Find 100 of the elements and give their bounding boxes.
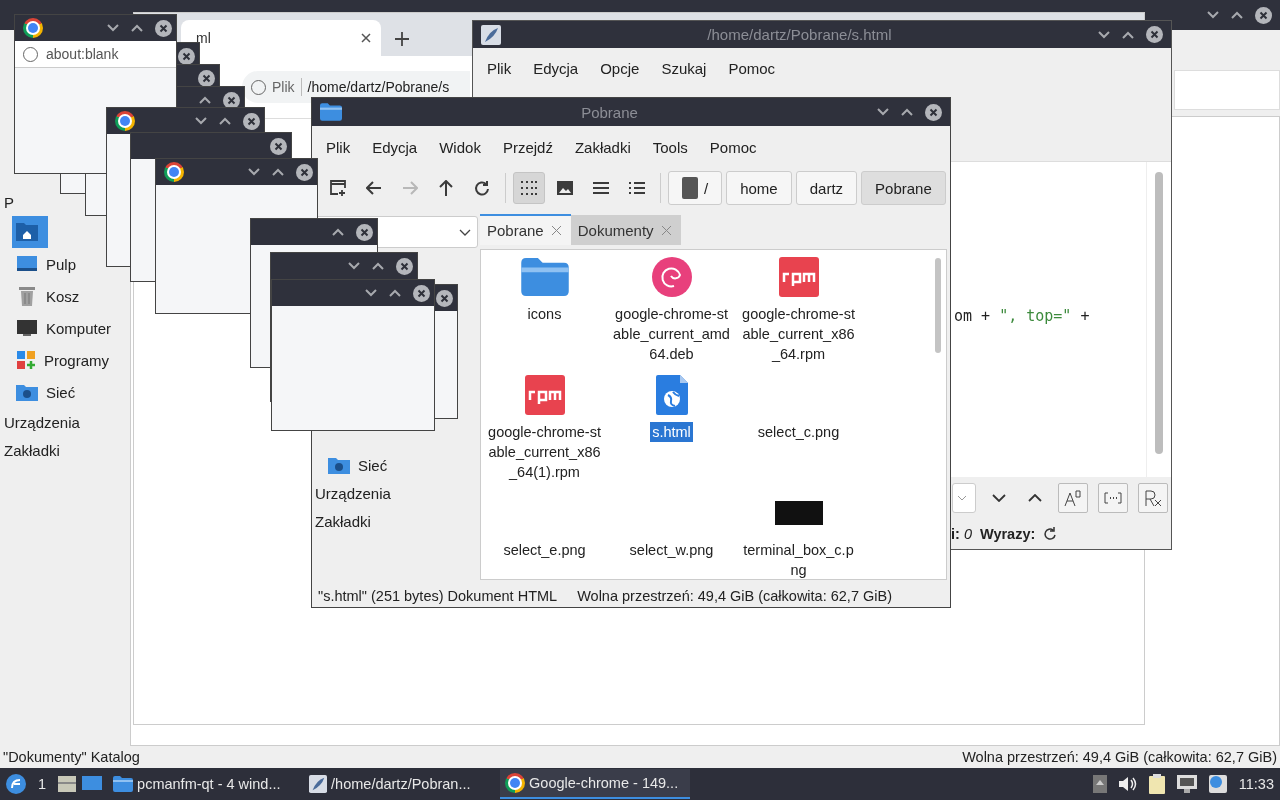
file-item[interactable]: google-chrome-stable_current_x86_64(1).rpm: [481, 374, 608, 492]
menu-item[interactable]: Widok: [428, 138, 492, 156]
file-item[interactable]: google-chrome-stable_current_amd64.deb: [608, 256, 735, 374]
menu-item[interactable]: Edycja: [361, 138, 429, 156]
detailed-list-icon[interactable]: [629, 181, 645, 195]
notification-icon[interactable]: [1208, 775, 1227, 793]
chevron-up-icon[interactable]: [901, 108, 913, 116]
sidebar-item[interactable]: Pulp: [0, 248, 77, 280]
file-name: select_e.png: [502, 541, 587, 560]
sidebar-item[interactable]: Komputer: [0, 312, 112, 344]
browser-tab[interactable]: ml: [181, 20, 381, 56]
chevron-up-icon[interactable]: [219, 117, 231, 125]
path-button[interactable]: dartz: [795, 171, 858, 205]
menu-item[interactable]: Przejdź: [491, 138, 564, 156]
menu-item[interactable]: Szukaj: [650, 59, 718, 77]
close-icon[interactable]: [413, 284, 430, 302]
reload-icon[interactable]: [473, 179, 491, 197]
file-item[interactable]: s.html: [608, 374, 735, 492]
chevron-down-icon[interactable]: [877, 108, 889, 116]
match-case-button[interactable]: [1058, 483, 1088, 513]
close-icon[interactable]: [223, 91, 240, 109]
new-tab-icon[interactable]: [329, 179, 347, 197]
desktop-icon[interactable]: [82, 776, 103, 792]
menu-item[interactable]: Plik: [476, 59, 523, 77]
workspace-number[interactable]: 1: [32, 776, 53, 792]
back-arrow-icon[interactable]: [366, 181, 382, 195]
close-icon[interactable]: [356, 223, 373, 241]
close-icon[interactable]: [243, 112, 260, 130]
close-icon[interactable]: [178, 47, 195, 65]
path-button[interactable]: home: [726, 171, 792, 205]
toolbar-button[interactable]: [513, 172, 545, 204]
file-item[interactable]: select_e.png: [481, 492, 608, 579]
file-item[interactable]: google-chrome-stable_current_x86_64.rpm: [735, 256, 862, 374]
sidebar-item[interactable]: Sieć: [0, 376, 76, 408]
close-icon[interactable]: [1146, 26, 1163, 43]
network-icon[interactable]: [1176, 775, 1197, 793]
tab[interactable]: Pobrane: [480, 214, 571, 245]
close-icon[interactable]: [198, 69, 215, 87]
chevron-down-icon[interactable]: [1098, 30, 1110, 39]
chevron-up-icon[interactable]: [389, 289, 401, 297]
image-icon[interactable]: [557, 181, 573, 195]
taskbar-button[interactable]: pcmanfm-qt - 4 wind...: [108, 769, 299, 799]
menu-item[interactable]: Plik: [315, 138, 362, 156]
tab[interactable]: Dokumenty: [570, 215, 681, 245]
taskbar-button[interactable]: /home/dartz/Pobran...: [304, 769, 495, 799]
chevron-down-icon[interactable]: [107, 24, 119, 32]
text-area[interactable]: om + ", top=" +: [951, 161, 1171, 477]
icon-view-icon[interactable]: [521, 181, 537, 195]
sidebar-item[interactable]: [12, 216, 48, 248]
file-item[interactable]: select_w.png: [608, 492, 735, 579]
menu-item[interactable]: Pomoc: [717, 59, 787, 77]
drive-icon: [682, 177, 698, 199]
sidebar-item[interactable]: Programy: [0, 344, 110, 376]
code-line: om + ", top=" +: [954, 307, 1090, 325]
close-icon[interactable]: [396, 257, 413, 275]
menu-item[interactable]: Edycja: [522, 59, 590, 77]
close-icon[interactable]: [925, 103, 942, 121]
chevron-up-icon[interactable]: [372, 262, 384, 270]
close-icon[interactable]: [1255, 6, 1272, 24]
taskbar-button[interactable]: Google-chrome - 149...: [500, 769, 691, 799]
file-item[interactable]: icons: [481, 256, 608, 374]
scrollbar-thumb[interactable]: [935, 258, 941, 353]
menu-item[interactable]: Pomoc: [698, 138, 768, 156]
eject-icon[interactable]: [1092, 775, 1107, 793]
chevron-up-icon[interactable]: [1122, 30, 1134, 39]
chevron-down-icon[interactable]: [248, 168, 260, 176]
chevron-up-icon[interactable]: [199, 96, 211, 104]
new-tab-icon[interactable]: [395, 31, 409, 46]
speaker-icon[interactable]: [1118, 776, 1137, 792]
sidebar-item[interactable]: Kosz: [0, 280, 80, 312]
chevron-down-icon[interactable]: [195, 117, 207, 125]
path-button[interactable]: Pobrane: [861, 171, 946, 205]
file-item[interactable]: select_c.png: [735, 374, 862, 492]
chevron-down-icon[interactable]: [1207, 11, 1219, 19]
menu-item[interactable]: Zakładki: [563, 138, 642, 156]
file-item[interactable]: terminal_box_c.png: [735, 492, 862, 579]
close-icon[interactable]: [155, 19, 172, 37]
close-icon[interactable]: [296, 163, 313, 181]
close-icon[interactable]: [436, 289, 453, 307]
compact-list-icon[interactable]: [593, 181, 609, 195]
path-button[interactable]: /: [668, 171, 723, 205]
chevron-down-icon[interactable]: [348, 262, 360, 270]
refresh-icon[interactable]: [1043, 527, 1058, 541]
close-icon[interactable]: [270, 137, 287, 155]
clipboard-icon[interactable]: [1148, 774, 1165, 794]
menu-item[interactable]: Opcje: [589, 59, 651, 77]
menu-item[interactable]: Tools: [641, 138, 699, 156]
chevron-up-icon[interactable]: [1231, 11, 1243, 19]
chevron-up-icon[interactable]: [332, 228, 344, 236]
sidebar-item[interactable]: Sieć: [312, 451, 478, 479]
scrollbar-thumb[interactable]: [1155, 172, 1163, 454]
start-menu-icon[interactable]: [6, 774, 26, 794]
chevron-down-icon[interactable]: [365, 289, 377, 297]
file-cabinet-icon[interactable]: [58, 775, 77, 793]
close-icon[interactable]: [361, 33, 371, 43]
chevron-up-icon[interactable]: [131, 24, 143, 32]
regex-button[interactable]: [1138, 483, 1168, 513]
close-icon[interactable]: [551, 226, 561, 235]
up-arrow-icon[interactable]: [439, 180, 453, 196]
chevron-up-icon[interactable]: [272, 168, 284, 176]
